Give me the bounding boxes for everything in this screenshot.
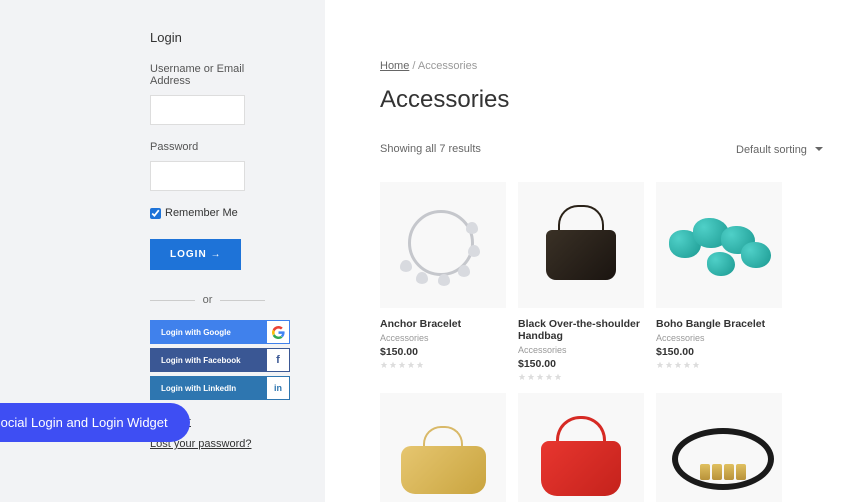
product-card[interactable] xyxy=(518,393,644,502)
product-price: $150.00 xyxy=(656,346,782,358)
product-rating xyxy=(518,373,644,381)
password-label: Password xyxy=(150,141,265,153)
product-name: Boho Bangle Bracelet xyxy=(656,318,782,330)
product-rating xyxy=(380,361,506,369)
username-input[interactable] xyxy=(150,95,245,125)
product-image xyxy=(518,393,644,502)
breadcrumb-current: Accessories xyxy=(418,60,477,72)
product-rating xyxy=(656,361,782,369)
facebook-icon: f xyxy=(267,349,289,371)
product-image xyxy=(518,182,644,308)
linkedin-icon: in xyxy=(267,377,289,399)
product-grid: Anchor Bracelet Accessories $150.00 Blac… xyxy=(380,182,823,502)
remember-label: Remember Me xyxy=(165,207,238,219)
login-facebook-button[interactable]: Login with Facebook f xyxy=(150,348,290,372)
page-title: Accessories xyxy=(380,86,823,114)
login-button[interactable]: LOGIN → xyxy=(150,239,241,270)
product-image xyxy=(656,182,782,308)
breadcrumb: Home / Accessories xyxy=(380,60,823,72)
product-name: Anchor Bracelet xyxy=(380,318,506,330)
product-image xyxy=(656,393,782,502)
main-content: Home / Accessories Accessories Showing a… xyxy=(325,0,863,502)
google-icon xyxy=(267,321,289,343)
product-card[interactable] xyxy=(380,393,506,502)
product-category: Accessories xyxy=(518,345,644,355)
result-count: Showing all 7 results xyxy=(380,143,481,155)
login-sidebar: Login Username or Email Address Password… xyxy=(0,0,325,502)
breadcrumb-home[interactable]: Home xyxy=(380,60,409,72)
or-divider: or xyxy=(150,294,265,306)
product-category: Accessories xyxy=(380,333,506,343)
product-image xyxy=(380,182,506,308)
product-category: Accessories xyxy=(656,333,782,343)
product-name: Black Over-the-shoulder Handbag xyxy=(518,318,644,342)
password-input[interactable] xyxy=(150,161,245,191)
sort-select[interactable]: Default sorting xyxy=(736,144,823,156)
remember-checkbox[interactable] xyxy=(150,208,161,219)
product-card[interactable]: Anchor Bracelet Accessories $150.00 xyxy=(380,182,506,381)
product-price: $150.00 xyxy=(380,346,506,358)
product-card[interactable] xyxy=(656,393,782,502)
product-price: $150.00 xyxy=(518,358,644,370)
username-label: Username or Email Address xyxy=(150,63,265,87)
product-card[interactable]: Black Over-the-shoulder Handbag Accessor… xyxy=(518,182,644,381)
login-linkedin-button[interactable]: Login with LinkedIn in xyxy=(150,376,290,400)
callout-badge: Social Login and Login Widget xyxy=(0,403,190,442)
product-image xyxy=(380,393,506,502)
login-google-button[interactable]: Login with Google xyxy=(150,320,290,344)
product-card[interactable]: Boho Bangle Bracelet Accessories $150.00 xyxy=(656,182,782,381)
login-heading: Login xyxy=(150,30,265,45)
